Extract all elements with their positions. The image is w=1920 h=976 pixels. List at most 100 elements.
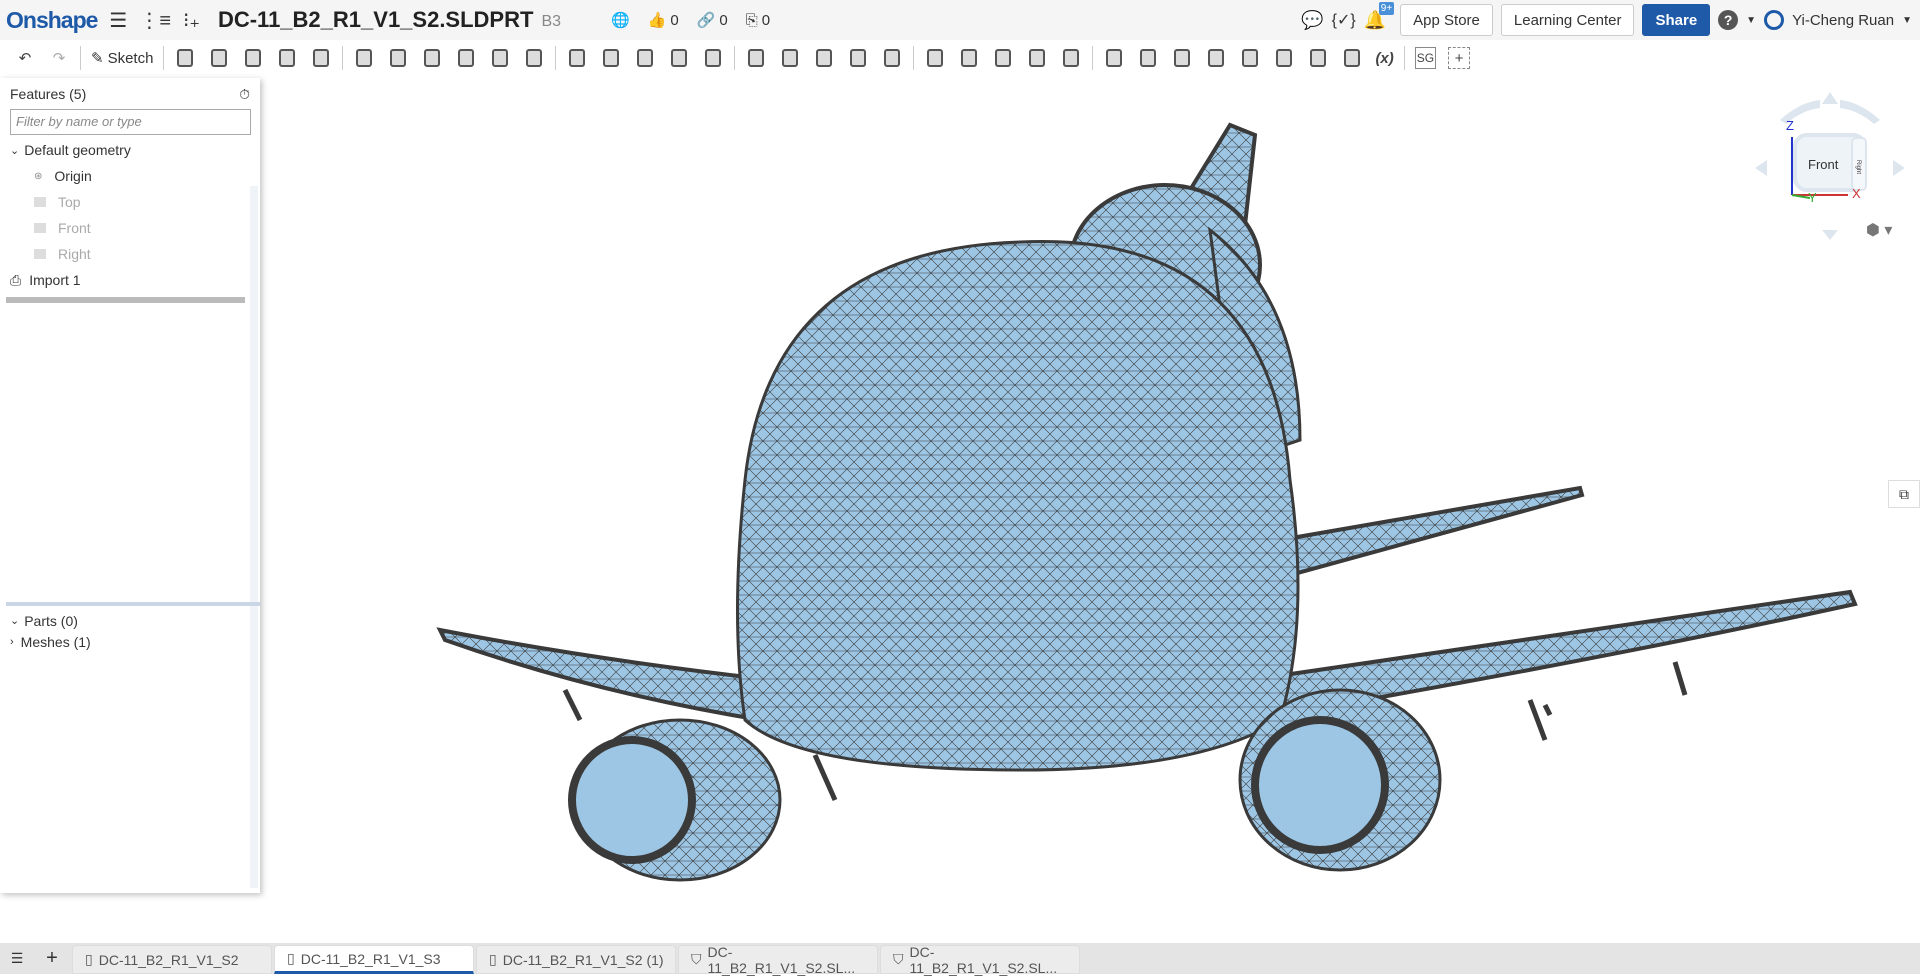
boolean-icon[interactable] <box>634 47 656 69</box>
parts-group[interactable]: ⌄ Parts (0) <box>10 610 91 631</box>
helix-icon[interactable] <box>958 47 980 69</box>
draft-icon[interactable] <box>421 47 443 69</box>
redo-icon[interactable]: ↷ <box>48 47 70 69</box>
panel-splitter[interactable] <box>6 602 260 606</box>
sheet-metal-glyph <box>1063 49 1080 67</box>
plane-icon[interactable] <box>924 47 946 69</box>
public-globe-icon[interactable]: 🌐 <box>611 11 630 29</box>
undo-icon[interactable]: ↶ <box>14 47 36 69</box>
notification-badge: 9+ <box>1378 1 1395 15</box>
graphics-viewport[interactable] <box>260 76 1920 942</box>
parts-scrollbar[interactable] <box>250 608 258 888</box>
joint-icon[interactable] <box>1239 47 1261 69</box>
origin-icon: ⊛ <box>34 170 43 182</box>
feature-top-plane[interactable]: Top <box>10 189 260 215</box>
add-feature-icon[interactable] <box>1341 47 1363 69</box>
default-geometry-group[interactable]: ⌄ Default geometry <box>10 137 260 163</box>
offset-surface-glyph <box>850 49 867 67</box>
share-button[interactable]: Share <box>1642 4 1711 36</box>
links[interactable]: 🔗 0 <box>697 11 728 30</box>
front-face-label[interactable]: Front <box>1808 157 1838 172</box>
split-icon[interactable] <box>668 47 690 69</box>
finish-glyph <box>1276 49 1293 67</box>
tab-5[interactable]: ⛉ DC-11_B2_R1_V1_S2.SL... <box>880 944 1080 976</box>
sketch-button[interactable]: ✎ Sketch <box>91 49 153 68</box>
divider <box>1092 46 1094 70</box>
helix-glyph <box>961 49 978 67</box>
feature-filter-input[interactable]: Filter by name or type <box>10 109 251 135</box>
comment-icon[interactable]: 💬 <box>1301 10 1323 31</box>
rollback-timer-icon[interactable]: ⏱ <box>239 86 250 103</box>
add-tab-icon[interactable]: + <box>34 947 70 970</box>
tab-bar: ☰ + ▯ DC-11_B2_R1_V1_S2 ▯ DC-11_B2_R1_V1_S3… <box>0 943 1920 976</box>
tab-icon[interactable] <box>1137 47 1159 69</box>
offset-surface-icon[interactable] <box>847 47 869 69</box>
shell-icon[interactable] <box>489 47 511 69</box>
insert-icon[interactable]: ⁝₊ <box>183 8 200 33</box>
mate-connector-icon[interactable] <box>992 47 1014 69</box>
form-icon[interactable] <box>1205 47 1227 69</box>
onshape-logo[interactable]: Onshape <box>6 7 98 34</box>
help-icon[interactable]: ? <box>1718 10 1739 30</box>
notifications-bell-icon[interactable]: 🔔 9+ <box>1364 1 1395 31</box>
tab-2[interactable]: ▯ DC-11_B2_R1_V1_S3 <box>274 945 474 974</box>
tab-3[interactable]: ▯ DC-11_B2_R1_V1_S2 (1) <box>476 945 676 974</box>
learning-center-button[interactable]: Learning Center <box>1500 4 1635 36</box>
feature-list-icon[interactable]: ⋮≡ <box>139 8 171 33</box>
featurescript-icon[interactable]: {✓} <box>1332 10 1356 30</box>
bend-icon[interactable] <box>1171 47 1193 69</box>
sweep-icon[interactable] <box>242 47 264 69</box>
caret-down-icon[interactable]: ▼ <box>1902 15 1912 26</box>
user-menu[interactable]: Yi-Cheng Ruan <box>1792 12 1894 29</box>
rib-icon[interactable] <box>455 47 477 69</box>
sg-icon[interactable]: SG <box>1414 47 1437 69</box>
fill-glyph <box>884 49 901 67</box>
flange-icon[interactable] <box>1103 47 1125 69</box>
loft-icon[interactable] <box>276 47 298 69</box>
add-custom-feature-icon[interactable]: + <box>1448 47 1471 69</box>
meshes-group[interactable]: › Meshes (1) <box>10 631 91 652</box>
tab-manager-icon[interactable]: ☰ <box>0 950 34 967</box>
move-face-icon[interactable] <box>779 47 801 69</box>
feature-panel: Features (5) ⏱ Filter by name or type ⌄ De… <box>0 78 260 893</box>
extrude-icon[interactable] <box>174 47 196 69</box>
document-title[interactable]: DC-11_B2_R1_V1_S2.SLDPRT <box>218 7 533 33</box>
sheet-metal-icon[interactable] <box>1060 47 1082 69</box>
feature-import-1[interactable]: ⎙ Import 1 <box>10 267 260 293</box>
user-avatar-icon[interactable] <box>1764 10 1785 30</box>
thicken-icon[interactable] <box>310 47 332 69</box>
feature-origin[interactable]: ⊛ Origin <box>10 163 260 189</box>
feature-front-plane[interactable]: Front <box>10 215 260 241</box>
variable-icon[interactable]: (x) <box>1375 47 1393 69</box>
fill-icon[interactable] <box>881 47 903 69</box>
likes[interactable]: 👍 0 <box>648 11 679 30</box>
view-cube[interactable]: Front Right Z X Y ⬢ ▾ <box>1740 80 1920 250</box>
tab-1[interactable]: ▯ DC-11_B2_R1_V1_S2 <box>72 945 272 974</box>
mirror-icon[interactable] <box>600 47 622 69</box>
custom-feature-icon[interactable] <box>1307 47 1329 69</box>
airplane-mesh-model[interactable] <box>436 122 1858 882</box>
delete-part-icon[interactable] <box>745 47 767 69</box>
divider <box>555 46 557 70</box>
view-options-cube-icon[interactable]: ⬢ ▾ <box>1866 220 1892 240</box>
feature-right-plane[interactable]: Right <box>10 241 260 267</box>
copies[interactable]: ⎘ 0 <box>746 12 770 29</box>
part-studio-icon: ▯ <box>287 950 295 966</box>
finish-icon[interactable] <box>1273 47 1295 69</box>
app-store-button[interactable]: App Store <box>1400 4 1493 36</box>
menu-icon[interactable]: ☰ <box>109 8 127 33</box>
tab-4[interactable]: ⛉ DC-11_B2_R1_V1_S2.SL... <box>678 944 878 976</box>
fillet-icon[interactable] <box>353 47 375 69</box>
configurations-panel-icon[interactable]: ⧉ <box>1888 480 1920 508</box>
chamfer-icon[interactable] <box>387 47 409 69</box>
rollback-bar[interactable] <box>6 297 245 303</box>
hole-icon[interactable] <box>523 47 545 69</box>
revolve-icon[interactable] <box>208 47 230 69</box>
right-face-label[interactable]: Right <box>1855 160 1861 174</box>
replace-face-icon[interactable] <box>813 47 835 69</box>
tool-icons <box>168 46 1369 70</box>
derive-icon[interactable] <box>1026 47 1048 69</box>
thicken-glyph <box>313 49 330 67</box>
transform-icon[interactable] <box>702 47 724 69</box>
pattern-icon[interactable] <box>566 47 588 69</box>
